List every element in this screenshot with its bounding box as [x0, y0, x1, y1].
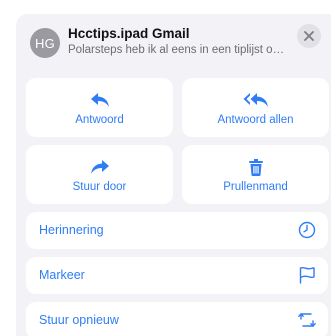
- action-sheet: HG Hcctips.ipad Gmail Polarsteps heb ik …: [16, 14, 331, 336]
- sender-name: Hcctips.ipad Gmail: [68, 26, 190, 41]
- message-header: HG Hcctips.ipad Gmail Polarsteps heb ik …: [16, 14, 331, 78]
- reply-label: Antwoord: [75, 114, 124, 126]
- forward-label: Stuur door: [72, 181, 127, 193]
- reply-button[interactable]: Antwoord: [26, 78, 173, 137]
- reminder-row[interactable]: Herinnering: [26, 212, 328, 249]
- forward-button[interactable]: Stuur door: [26, 145, 173, 204]
- flag-row[interactable]: Markeer: [26, 257, 328, 294]
- flag-icon: [299, 266, 315, 284]
- resend-row[interactable]: Stuur opnieuw: [26, 302, 328, 336]
- trash-button[interactable]: Prullenmand: [182, 145, 329, 204]
- reply-all-button[interactable]: Antwoord allen: [182, 78, 329, 137]
- clock-icon: [298, 221, 316, 239]
- message-subject: Polarsteps heb ik al eens in een tiplijs…: [68, 44, 290, 56]
- close-button[interactable]: [297, 24, 321, 48]
- reply-icon: [90, 93, 109, 107]
- reminder-label: Herinnering: [39, 223, 104, 237]
- flag-label: Markeer: [39, 268, 85, 282]
- forward-icon: [90, 160, 109, 174]
- resend-label: Stuur opnieuw: [39, 313, 119, 327]
- resend-icon: [298, 313, 316, 327]
- avatar: HG: [30, 28, 60, 58]
- trash-icon: [248, 159, 263, 176]
- trash-label: Prullenmand: [223, 181, 288, 193]
- close-icon: [304, 31, 314, 41]
- reply-all-icon: [243, 93, 268, 107]
- reply-all-label: Antwoord allen: [217, 114, 294, 126]
